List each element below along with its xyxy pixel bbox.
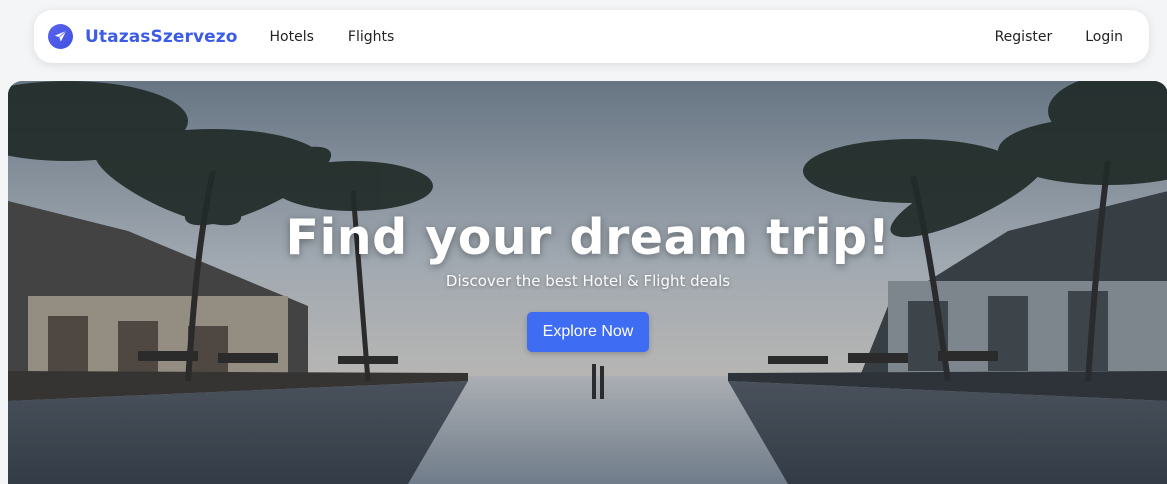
navbar: UtazasSzervezo Hotels Flights Register L…: [34, 10, 1149, 63]
brand[interactable]: UtazasSzervezo: [48, 24, 238, 49]
nav-right: Register Login: [995, 29, 1123, 45]
nav-link-flights[interactable]: Flights: [348, 29, 394, 45]
hero-title: Find your dream trip!: [285, 209, 891, 266]
airplane-icon: [48, 24, 73, 49]
nav-link-hotels[interactable]: Hotels: [270, 29, 314, 45]
hero-banner: Find your dream trip! Discover the best …: [8, 81, 1167, 484]
hero-subtitle: Discover the best Hotel & Flight deals: [445, 272, 731, 290]
brand-name: UtazasSzervezo: [85, 26, 238, 47]
explore-now-button[interactable]: Explore Now: [526, 312, 650, 352]
nav-link-register[interactable]: Register: [995, 29, 1053, 45]
nav-left: Hotels Flights: [270, 29, 395, 45]
hero-content: Find your dream trip! Discover the best …: [8, 209, 1167, 352]
nav-link-login[interactable]: Login: [1085, 29, 1123, 45]
